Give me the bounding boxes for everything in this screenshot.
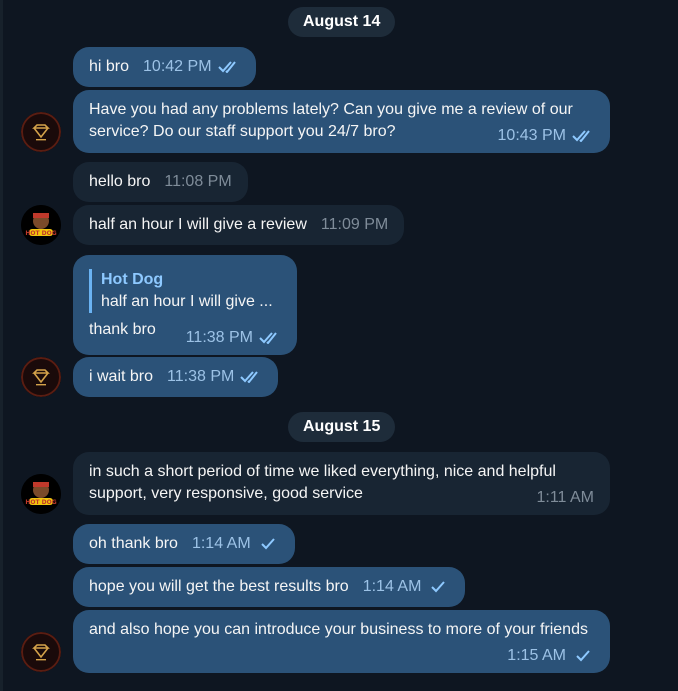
double-check-icon: [240, 371, 259, 383]
message-meta: 1:14 AM: [192, 533, 279, 555]
check-icon: [576, 650, 590, 662]
reply-quote[interactable]: Hot Dog half an hour I will give ...: [89, 269, 281, 313]
diamond-logo-icon: [21, 632, 61, 672]
diamond-logo-icon: [21, 112, 61, 152]
message-time: 1:14 AM: [191, 535, 251, 552]
message-bubble[interactable]: hi bro 10:42 PM: [73, 47, 256, 87]
diamond-logo-avatar[interactable]: [21, 632, 61, 672]
hot-dog-logo-text: HOT DOG: [25, 230, 56, 237]
message-time: 11:38 PM: [167, 368, 235, 385]
hot-dog-icon: HOT DOG: [21, 205, 61, 245]
message-text: hi bro: [89, 58, 130, 75]
message-text: hello bro: [89, 173, 151, 190]
message-time: 10:42 PM: [143, 58, 212, 75]
check-icon: [260, 538, 275, 550]
message-time: 10:43 PM: [497, 127, 566, 144]
double-check-icon: [259, 332, 277, 344]
message-time: 1:11 AM: [536, 489, 594, 506]
message-text: and also hope you can introduce your bus…: [89, 621, 588, 638]
hot-dog-icon: HOT DOG: [21, 474, 61, 514]
message-meta: 1:11 AM: [536, 487, 594, 509]
message-bubble[interactable]: hope you will get the best results bro 1…: [73, 567, 466, 607]
message-bubble[interactable]: and also hope you can introduce your bus…: [73, 610, 610, 673]
message-time: 11:08 PM: [164, 173, 232, 190]
hot-dog-avatar[interactable]: HOT DOG: [21, 474, 61, 514]
message-meta: 10:42 PM: [143, 56, 239, 78]
message-meta: 1:14 AM: [363, 576, 450, 598]
message-meta: 11:09 PM: [321, 214, 388, 236]
hot-dog-avatar[interactable]: HOT DOG: [21, 205, 61, 245]
chat-history: August 14 hi bro 10:42 PM Have you had a…: [0, 0, 678, 691]
message-meta: 11:08 PM: [164, 171, 231, 193]
diamond-logo-icon: [21, 357, 61, 397]
message-bubble[interactable]: in such a short period of time we liked …: [73, 452, 610, 515]
double-check-icon: [572, 130, 590, 142]
double-check-icon: [217, 61, 236, 73]
message-time: 11:38 PM: [185, 329, 253, 346]
reply-author: Hot Dog: [101, 271, 164, 288]
message-meta: 1:15 AM: [507, 645, 594, 667]
date-separator: August 14: [288, 7, 396, 37]
check-icon: [431, 581, 446, 593]
message-bubble[interactable]: Hot Dog half an hour I will give ... tha…: [73, 255, 297, 355]
message-bubble[interactable]: half an hour I will give a review 11:09 …: [73, 205, 405, 245]
message-bubble[interactable]: i wait bro 11:38 PM: [73, 357, 279, 397]
message-bubble[interactable]: Have you had any problems lately? Can yo…: [73, 90, 610, 153]
message-text: oh thank bro: [89, 535, 178, 552]
diamond-logo-avatar[interactable]: [21, 357, 61, 397]
message-meta: 11:38 PM: [186, 327, 281, 349]
diamond-logo-avatar[interactable]: [21, 112, 61, 152]
hot-dog-logo-text: HOT DOG: [25, 499, 56, 506]
message-time: 11:09 PM: [320, 216, 389, 233]
date-separator: August 15: [288, 412, 396, 442]
message-text: i wait bro: [89, 368, 154, 385]
message-time: 1:15 AM: [507, 647, 566, 664]
message-text: in such a short period of time we liked …: [89, 463, 561, 502]
message-bubble[interactable]: hello bro 11:08 PM: [73, 162, 248, 202]
left-edge: [0, 0, 3, 691]
message-text: hope you will get the best results bro: [89, 578, 349, 595]
reply-text: half an hour I will give ...: [101, 293, 273, 310]
message-time: 1:14 AM: [362, 578, 422, 595]
message-meta: 11:38 PM: [167, 366, 262, 388]
message-meta: 10:43 PM: [498, 125, 594, 147]
message-bubble[interactable]: oh thank bro 1:14 AM: [73, 524, 295, 564]
message-text: half an hour I will give a review: [89, 216, 307, 233]
